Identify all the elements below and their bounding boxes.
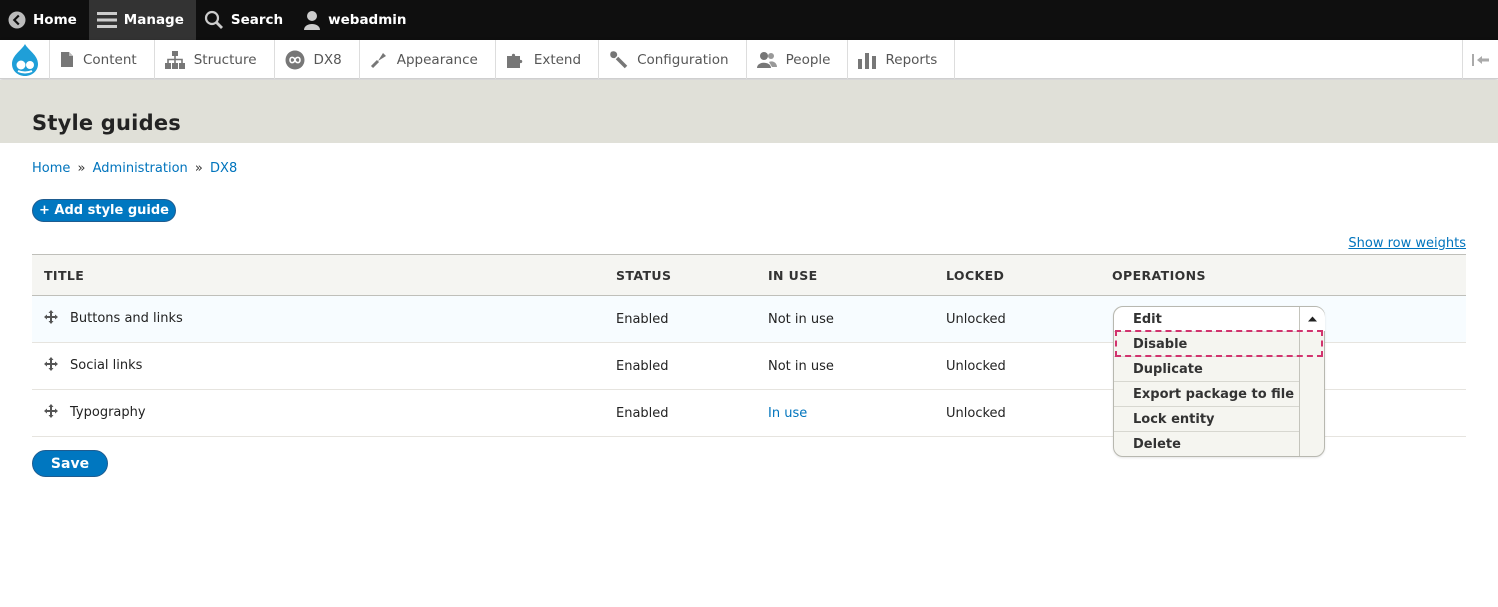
tray-item-appearance[interactable]: Appearance bbox=[360, 40, 496, 79]
tray-item-reports[interactable]: Reports bbox=[848, 40, 956, 79]
tray-item-label: Content bbox=[83, 51, 137, 68]
admin-toolbar: Home Manage Search webadmin bbox=[0, 0, 1498, 40]
row-in-use-cell: In use bbox=[768, 406, 807, 421]
menu-icon bbox=[96, 12, 117, 28]
sitemap-icon bbox=[164, 50, 185, 69]
paintbrush-icon bbox=[370, 52, 386, 68]
toolbar-manage[interactable]: Manage bbox=[88, 0, 196, 40]
breadcrumb: Home » Administration » DX8 bbox=[32, 161, 237, 176]
row-locked: Unlocked bbox=[946, 359, 1006, 374]
tray-orientation-toggle[interactable] bbox=[1462, 40, 1498, 79]
toolbar-manage-label: Manage bbox=[123, 12, 184, 28]
operation-delete[interactable]: Delete bbox=[1114, 431, 1299, 456]
column-header-operations: OPERATIONS bbox=[1112, 268, 1206, 283]
tray-item-label: Structure bbox=[193, 51, 257, 68]
admin-tray: Content Structure DX8 Appearance Extend … bbox=[0, 40, 1498, 79]
drag-handle-icon[interactable] bbox=[44, 310, 58, 324]
caret-up-icon bbox=[1308, 316, 1317, 322]
tray-item-extend[interactable]: Extend bbox=[496, 40, 600, 79]
operation-disable[interactable]: Disable bbox=[1114, 331, 1299, 356]
column-header-in-use: IN USE bbox=[768, 268, 818, 283]
puzzle-icon bbox=[506, 53, 523, 68]
toolbar-search-label: Search bbox=[230, 12, 284, 28]
row-title: Typography bbox=[70, 405, 146, 420]
toolbar-user-label: webadmin bbox=[328, 12, 407, 28]
people-icon bbox=[756, 51, 777, 68]
wrench-icon bbox=[610, 51, 628, 69]
tray-item-label: Extend bbox=[533, 51, 582, 68]
column-header-title: TITLE bbox=[44, 268, 85, 283]
show-row-weights-link[interactable]: Show row weights bbox=[1348, 236, 1466, 251]
toolbar-home[interactable]: Home bbox=[0, 0, 89, 40]
bar-chart-icon bbox=[858, 52, 877, 69]
row-locked: Unlocked bbox=[946, 406, 1006, 421]
tray-item-label: DX8 bbox=[313, 51, 342, 68]
toolbar-user[interactable]: webadmin bbox=[295, 0, 418, 40]
tray-item-label: Configuration bbox=[637, 51, 729, 68]
row-locked: Unlocked bbox=[946, 312, 1006, 327]
row-in-use: Not in use bbox=[768, 312, 834, 327]
operations-dropbutton: Edit Disable Duplicate Export package to… bbox=[1113, 306, 1325, 457]
toolbar-home-label: Home bbox=[33, 12, 77, 28]
tray-item-configuration[interactable]: Configuration bbox=[599, 40, 747, 79]
breadcrumb-administration[interactable]: Administration bbox=[93, 161, 188, 176]
breadcrumb-separator: » bbox=[194, 161, 203, 176]
in-use-link[interactable]: In use bbox=[768, 406, 807, 421]
page-title: Style guides bbox=[32, 111, 181, 135]
table-header: TITLE STATUS IN USE LOCKED OPERATIONS bbox=[32, 254, 1466, 296]
drag-handle-icon[interactable] bbox=[44, 357, 58, 371]
tray-item-content[interactable]: Content bbox=[50, 40, 155, 79]
column-header-status: STATUS bbox=[616, 268, 672, 283]
dx8-infinity-icon bbox=[285, 50, 305, 69]
operation-export-package[interactable]: Export package to file bbox=[1114, 381, 1299, 406]
drupal-logo[interactable] bbox=[0, 40, 50, 79]
breadcrumb-home[interactable]: Home bbox=[32, 161, 70, 176]
user-icon bbox=[304, 11, 321, 30]
page-header bbox=[0, 80, 1498, 143]
collapse-left-icon bbox=[1471, 53, 1489, 66]
tray-item-dx8[interactable]: DX8 bbox=[275, 40, 360, 79]
tray-item-label: Appearance bbox=[396, 51, 478, 68]
row-status: Enabled bbox=[616, 406, 669, 421]
row-status: Enabled bbox=[616, 359, 669, 374]
tray-item-people[interactable]: People bbox=[747, 40, 849, 79]
row-title: Social links bbox=[70, 358, 143, 373]
add-style-guide-button[interactable]: + Add style guide bbox=[32, 199, 176, 222]
row-title: Buttons and links bbox=[70, 311, 183, 326]
page-icon bbox=[61, 52, 73, 67]
breadcrumb-dx8[interactable]: DX8 bbox=[210, 161, 237, 176]
operation-duplicate[interactable]: Duplicate bbox=[1114, 356, 1299, 381]
toolbar-search[interactable]: Search bbox=[196, 0, 295, 40]
search-icon bbox=[204, 10, 223, 29]
tray-item-structure[interactable]: Structure bbox=[155, 40, 275, 79]
back-arrow-icon bbox=[8, 11, 26, 29]
drag-handle-icon[interactable] bbox=[44, 404, 58, 418]
breadcrumb-separator: » bbox=[77, 161, 86, 176]
save-button[interactable]: Save bbox=[32, 450, 108, 477]
row-in-use: Not in use bbox=[768, 359, 834, 374]
operation-lock-entity[interactable]: Lock entity bbox=[1114, 406, 1299, 431]
tray-item-label: People bbox=[785, 51, 831, 68]
drupal-drop-icon bbox=[11, 43, 38, 76]
operation-edit[interactable]: Edit bbox=[1114, 307, 1299, 332]
tray-item-label: Reports bbox=[885, 51, 938, 68]
column-header-locked: LOCKED bbox=[946, 268, 1005, 283]
row-status: Enabled bbox=[616, 312, 669, 327]
dropbutton-toggle[interactable] bbox=[1299, 307, 1325, 456]
